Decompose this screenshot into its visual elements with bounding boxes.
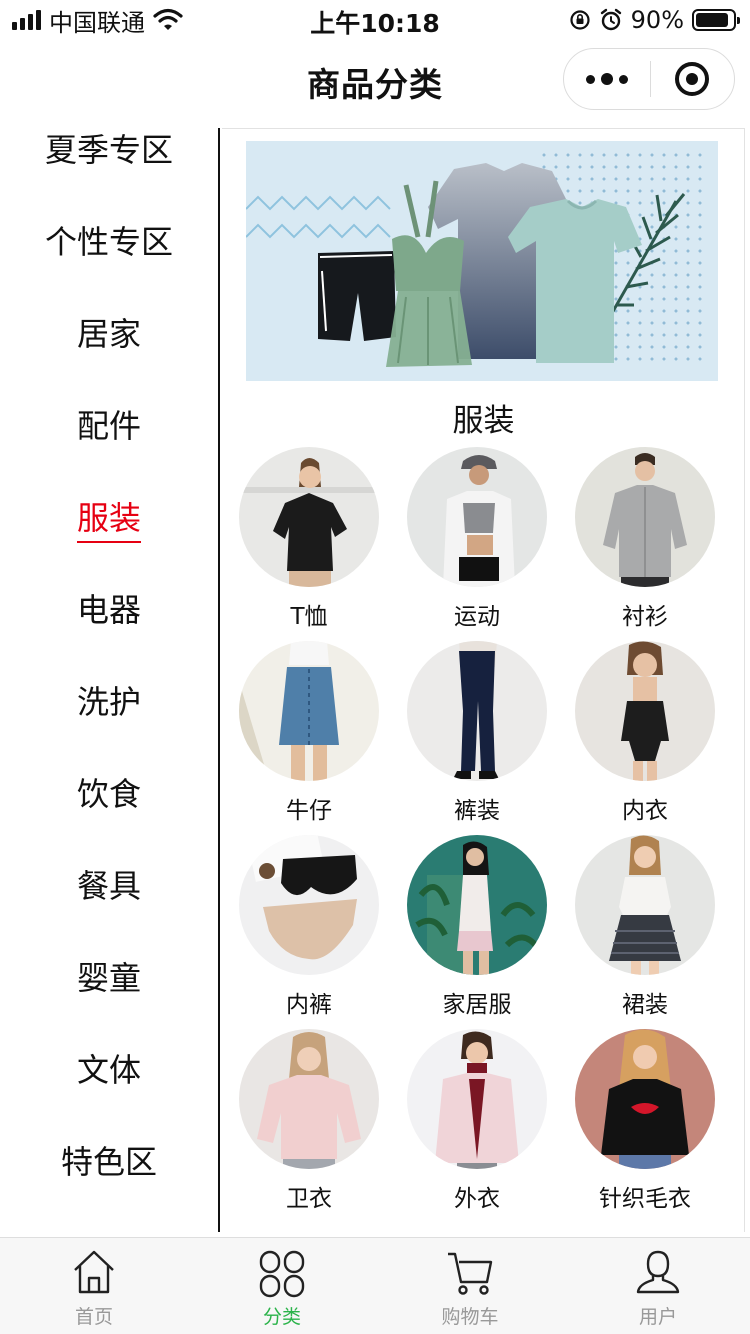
sidebar-item-home[interactable]: 居家 [0, 310, 218, 370]
subcategory-image [575, 641, 715, 781]
sidebar-item-label: 个性专区 [44, 223, 173, 261]
subcategory-item[interactable]: 衬衫 [561, 447, 729, 633]
tab-label: 首页 [74, 1306, 113, 1328]
subcategory-item[interactable]: 内衣 [561, 641, 729, 827]
status-bar: 中国联通 上午10:18 90% [0, 0, 750, 40]
sidebar-item-label: 服装 [76, 495, 141, 543]
subcategory-item[interactable]: 外衣 [393, 1029, 561, 1215]
sidebar-item-label: 婴童 [76, 959, 141, 997]
sidebar-item-baby[interactable]: 婴童 [0, 954, 218, 1014]
subcategory-image [575, 447, 715, 587]
battery-percent: 90% [630, 6, 684, 34]
sidebar-item-summer[interactable]: 夏季专区 [0, 126, 218, 186]
subcategory-item[interactable]: 家居服 [393, 835, 561, 1021]
user-icon [636, 1250, 680, 1294]
subcategory-label: 外衣 [454, 1186, 500, 1212]
subcategory-label: 家居服 [442, 992, 512, 1018]
carrier-name: 中国联通 [49, 8, 145, 37]
subcategory-item[interactable]: T恤 [225, 447, 393, 633]
subcategory-image [407, 1029, 547, 1169]
subcategory-image [407, 447, 547, 587]
category-title: 服装 [452, 403, 515, 439]
tab-user[interactable]: 用户 [564, 1238, 750, 1334]
subcategory-image [239, 1029, 379, 1169]
tab-label: 用户 [638, 1306, 677, 1328]
subcategory-item[interactable]: 运动 [393, 447, 561, 633]
sidebar-item-stationery[interactable]: 文体 [0, 1046, 218, 1106]
banner-clothing-image [318, 163, 686, 367]
subcategory-item[interactable]: 裙装 [561, 835, 729, 1021]
signal-icon [12, 10, 41, 30]
subcategory-label: 裤装 [454, 798, 500, 824]
subcategory-label: 衬衫 [622, 604, 668, 630]
orientation-lock-icon [570, 10, 590, 30]
subcategory-label: 内裤 [286, 992, 332, 1018]
sidebar-item-label: 饮食 [76, 775, 141, 813]
subcategory-image [575, 1029, 715, 1169]
subcategory-label: 裙装 [622, 992, 668, 1018]
category-content: 服装 T恤 运动 衬衫 牛仔 裤装 内衣 内裤 家居服 裙装 卫衣 外衣 针织毛… [222, 128, 745, 1232]
subcategory-image [575, 835, 715, 975]
sidebar-item-food[interactable]: 饮食 [0, 770, 218, 830]
cart-icon [448, 1252, 493, 1295]
sidebar-item-label: 文体 [76, 1051, 141, 1089]
sidebar-item-clothing[interactable]: 服装 [0, 494, 218, 554]
tab-label: 购物车 [441, 1306, 499, 1328]
tab-category[interactable]: 分类 [188, 1238, 376, 1334]
subcategory-image [239, 447, 379, 587]
subcategory-image [407, 641, 547, 781]
battery-fill [696, 13, 729, 27]
subcategory-item[interactable]: 卫衣 [225, 1029, 393, 1215]
subcategory-image [239, 641, 379, 781]
status-right: 90% [569, 6, 740, 34]
sidebar-item-label: 餐具 [76, 867, 141, 905]
subcategory-label: T恤 [290, 604, 328, 630]
subcategory-item[interactable]: 针织毛衣 [561, 1029, 729, 1215]
sidebar-item-personal[interactable]: 个性专区 [0, 218, 218, 278]
more-icon[interactable] [564, 49, 650, 109]
sidebar-item-tableware[interactable]: 餐具 [0, 862, 218, 922]
alarm-icon [600, 8, 621, 31]
sidebar-item-label: 夏季专区 [44, 131, 173, 169]
sidebar-item-accessories[interactable]: 配件 [0, 402, 218, 462]
subcategory-image [407, 835, 547, 975]
category-icon [259, 1250, 305, 1298]
nav-bar: 商品分类 [0, 40, 750, 128]
category-banner[interactable] [246, 141, 718, 381]
status-left: 中国联通 [12, 6, 183, 37]
sidebar-item-label: 配件 [76, 407, 141, 445]
tab-cart[interactable]: 购物车 [376, 1238, 564, 1334]
sidebar-item-appliances[interactable]: 电器 [0, 586, 218, 646]
tab-bar: 首页 分类 购物车 用户 [0, 1237, 750, 1334]
subcategory-label: 运动 [454, 604, 500, 630]
subcategory-item[interactable]: 裤装 [393, 641, 561, 827]
battery-icon [692, 9, 740, 31]
sidebar-item-label: 特色区 [60, 1143, 157, 1181]
tab-home[interactable]: 首页 [0, 1238, 188, 1334]
sidebar-item-label: 居家 [76, 315, 141, 353]
sidebar-item-care[interactable]: 洗护 [0, 678, 218, 738]
close-target-icon[interactable] [651, 49, 735, 109]
subcategory-label: 牛仔 [286, 798, 332, 824]
subcategory-image [239, 835, 379, 975]
subcategory-item[interactable]: 牛仔 [225, 641, 393, 827]
sidebar-item-specialty[interactable]: 特色区 [0, 1138, 218, 1198]
subcategory-label: 针织毛衣 [599, 1186, 691, 1212]
subcategory-item[interactable]: 内裤 [225, 835, 393, 1021]
sidebar-item-label: 洗护 [76, 683, 141, 721]
subcategory-label: 内衣 [622, 798, 668, 824]
category-sidebar: 夏季专区 个性专区 居家 配件 服装 电器 洗护 饮食 餐具 婴童 文体 特色区 [0, 128, 220, 1232]
sidebar-item-label: 电器 [76, 591, 141, 629]
subcategory-label: 卫衣 [286, 1186, 332, 1212]
menu-capsule [563, 48, 735, 110]
tab-label: 分类 [262, 1306, 301, 1328]
home-icon [74, 1250, 114, 1294]
wifi-icon [153, 8, 183, 30]
